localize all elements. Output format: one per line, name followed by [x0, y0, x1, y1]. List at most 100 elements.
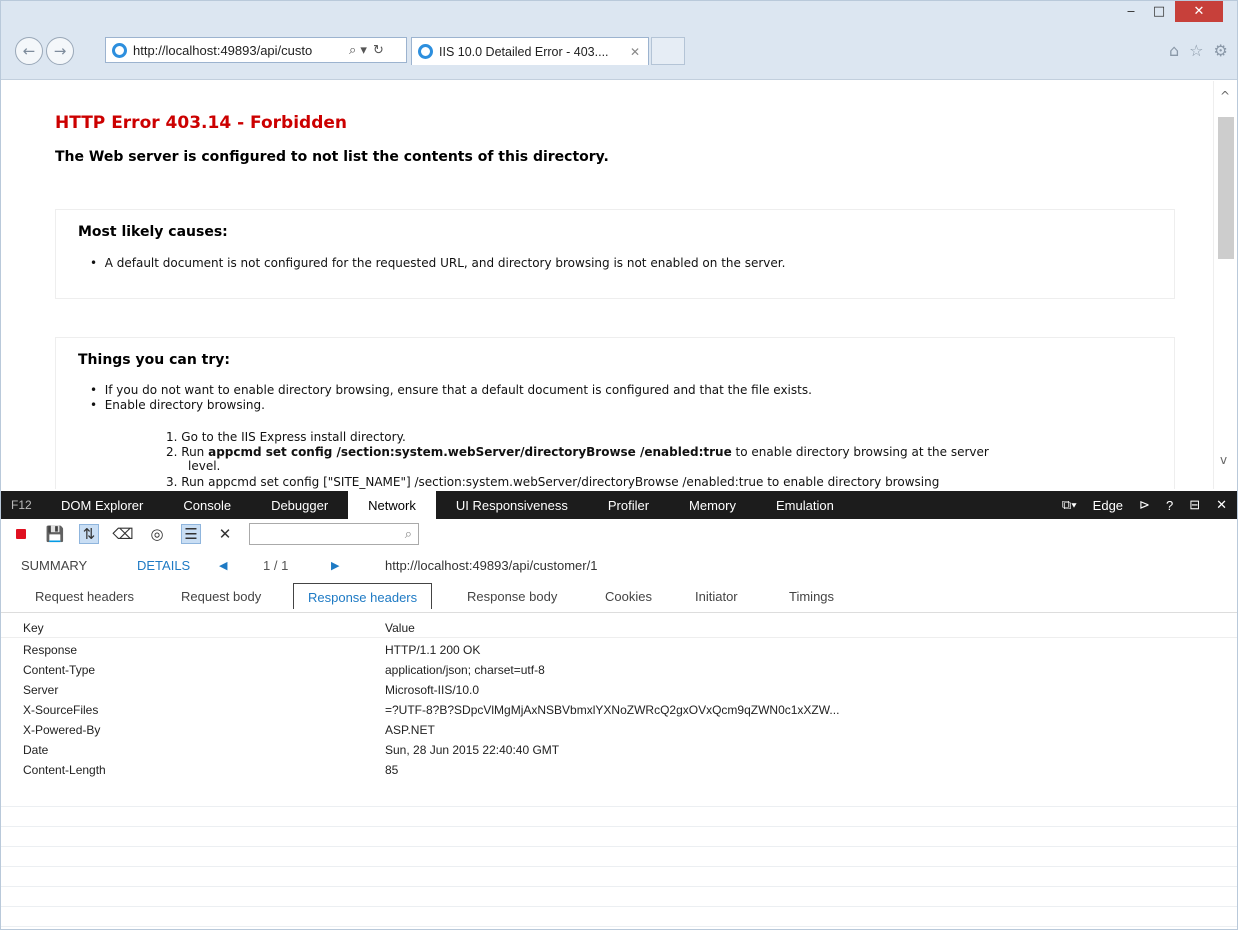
clear-entries-on-navigate-button[interactable]: ☰: [181, 524, 201, 544]
causes-section: Most likely causes: • A default document…: [55, 209, 1175, 299]
table-row[interactable]: Response HTTP/1.1 200 OK: [1, 640, 1237, 660]
back-button[interactable]: ←: [15, 37, 43, 65]
clear-cache-button[interactable]: ⌫: [112, 524, 133, 544]
table-row[interactable]: X-Powered-By ASP.NET: [1, 720, 1237, 740]
subtab-cookies[interactable]: Cookies: [605, 589, 652, 604]
page-scrollbar[interactable]: ^ v: [1213, 81, 1237, 489]
details-nav: SUMMARY DETAILS ◀ 1 / 1 ▶ http://localho…: [1, 553, 1237, 577]
always-refresh-button[interactable]: ⇅: [79, 524, 99, 544]
close-window-button[interactable]: ✕: [1175, 1, 1223, 22]
address-bar[interactable]: http://localhost:49893/api/custo ⌕ ▾ ↻: [105, 37, 407, 63]
page-content: HTTP Error 403.14 - Forbidden The Web se…: [1, 81, 1213, 489]
devtools-controls: ⧉▾ Edge ⊳ ? ⊟ ✕: [1062, 491, 1227, 519]
try-section: Things you can try: • If you do not want…: [55, 337, 1175, 489]
clear-x-icon: ✕: [218, 526, 232, 543]
subtab-request-headers[interactable]: Request headers: [35, 589, 134, 604]
forward-arrow-icon: →: [53, 42, 67, 60]
console-toggle-icon[interactable]: ⊳: [1139, 497, 1150, 513]
new-tab-button[interactable]: [651, 37, 685, 65]
refresh-icon[interactable]: ↻: [373, 43, 384, 58]
tab-profiler[interactable]: Profiler: [588, 491, 669, 519]
table-row[interactable]: Content-Length 85: [1, 760, 1237, 780]
record-icon: [16, 529, 26, 539]
f12-label: F12: [11, 498, 32, 512]
browser-icons: ⌂ ☆ ⚙: [1169, 41, 1228, 60]
empty-rows: [1, 787, 1237, 929]
forward-button[interactable]: →: [46, 37, 74, 65]
header-key: Content-Type: [23, 663, 96, 677]
devtools-tabbar: F12 DOM Explorer Console Debugger Networ…: [1, 491, 1237, 519]
subtab-timings[interactable]: Timings: [789, 589, 834, 604]
clear-cookies-button[interactable]: ◎: [147, 524, 167, 544]
step-item-wrap: level.: [188, 459, 221, 473]
request-url: http://localhost:49893/api/customer/1: [385, 557, 598, 573]
previous-request-icon[interactable]: ◀: [219, 559, 227, 572]
tab-memory[interactable]: Memory: [669, 491, 756, 519]
cause-item: • A default document is not configured f…: [90, 256, 786, 270]
close-devtools-icon[interactable]: ✕: [1216, 497, 1227, 513]
stop-recording-button[interactable]: [11, 524, 31, 544]
address-input[interactable]: http://localhost:49893/api/custo: [133, 43, 343, 58]
back-arrow-icon: ←: [22, 42, 36, 60]
details-subtabs: Request headers Request body Response he…: [1, 583, 1237, 613]
tab-debugger[interactable]: Debugger: [251, 491, 348, 519]
minimize-button[interactable]: ‒: [1117, 1, 1145, 22]
tab-emulation[interactable]: Emulation: [756, 491, 854, 519]
header-value: HTTP/1.1 200 OK: [385, 643, 481, 657]
home-icon[interactable]: ⌂: [1169, 41, 1179, 60]
help-icon[interactable]: ?: [1166, 498, 1173, 513]
network-toolbar: 💾 ⇅ ⌫ ◎ ☰ ✕ ⌕: [1, 520, 1237, 548]
ie-logo-icon: [418, 44, 433, 59]
search-box[interactable]: ⌕: [249, 523, 419, 545]
subtab-response-body[interactable]: Response body: [467, 589, 557, 604]
value-column-header[interactable]: Value: [385, 621, 415, 635]
clear-session-button[interactable]: ✕: [215, 524, 235, 544]
maximize-button[interactable]: □: [1145, 1, 1173, 22]
search-input[interactable]: [250, 525, 390, 543]
header-key: X-Powered-By: [23, 723, 101, 737]
close-tab-icon[interactable]: ✕: [630, 45, 640, 59]
undock-icon[interactable]: ⊟: [1189, 497, 1200, 513]
browser-window: ‒ □ ✕ ← → http://localhost:49893/api/cus…: [0, 0, 1238, 930]
tab-title: IIS 10.0 Detailed Error - 403....: [439, 44, 609, 59]
table-header: Key Value: [1, 618, 1237, 638]
subtab-request-body[interactable]: Request body: [181, 589, 261, 604]
tab-ui-responsiveness[interactable]: UI Responsiveness: [436, 491, 588, 519]
header-value: Sun, 28 Jun 2015 22:40:40 GMT: [385, 743, 560, 757]
step-item: 2. Run appcmd set config /section:system…: [166, 445, 989, 459]
header-key: Response: [23, 643, 78, 657]
settings-gear-icon[interactable]: ⚙: [1214, 41, 1228, 60]
save-icon: 💾: [45, 526, 65, 543]
subtab-initiator[interactable]: Initiator: [695, 589, 738, 604]
search-dropdown-icon[interactable]: ⌕ ▾: [349, 43, 367, 58]
next-request-icon[interactable]: ▶: [331, 559, 339, 572]
table-row[interactable]: Server Microsoft-IIS/10.0: [1, 680, 1237, 700]
header-value: Microsoft-IIS/10.0: [385, 683, 480, 697]
summary-tab[interactable]: SUMMARY: [21, 558, 87, 573]
table-row[interactable]: X-SourceFiles =?UTF-8?B?SDpcVlMgMjAxNSBVb…: [1, 700, 1237, 720]
tab-network[interactable]: Network: [348, 491, 436, 519]
response-headers-table: Key Value Response HTTP/1.1 200 OK Conten…: [1, 618, 1237, 780]
scroll-up-icon[interactable]: ^: [1220, 89, 1230, 103]
export-button[interactable]: 💾: [45, 524, 65, 544]
table-row[interactable]: Date Sun, 28 Jun 2015 22:40:40 GMT: [1, 740, 1237, 760]
emulation-mode-icon[interactable]: ⧉▾: [1062, 497, 1077, 513]
browser-tab[interactable]: IIS 10.0 Detailed Error - 403.... ✕: [411, 37, 649, 65]
document-mode-select[interactable]: Edge: [1093, 498, 1123, 513]
error-title: HTTP Error 403.14 - Forbidden: [55, 113, 347, 133]
list-icon: ☰: [184, 526, 198, 543]
details-tab[interactable]: DETAILS: [137, 558, 190, 573]
key-column-header[interactable]: Key: [23, 621, 44, 635]
search-icon[interactable]: ⌕: [405, 526, 412, 542]
tab-console[interactable]: Console: [163, 491, 251, 519]
scroll-down-icon[interactable]: v: [1220, 453, 1227, 467]
header-key: Date: [23, 743, 49, 757]
tab-dom-explorer[interactable]: DOM Explorer: [41, 491, 163, 519]
subtab-response-headers[interactable]: Response headers: [293, 583, 433, 609]
nav-buttons: ← →: [15, 37, 74, 65]
request-counter: 1 / 1: [263, 557, 289, 573]
favorites-star-icon[interactable]: ☆: [1189, 41, 1203, 60]
network-refresh-icon: ⇅: [82, 526, 96, 543]
scrollbar-thumb[interactable]: [1218, 117, 1234, 259]
table-row[interactable]: Content-Type application/json; charset=ut…: [1, 660, 1237, 680]
